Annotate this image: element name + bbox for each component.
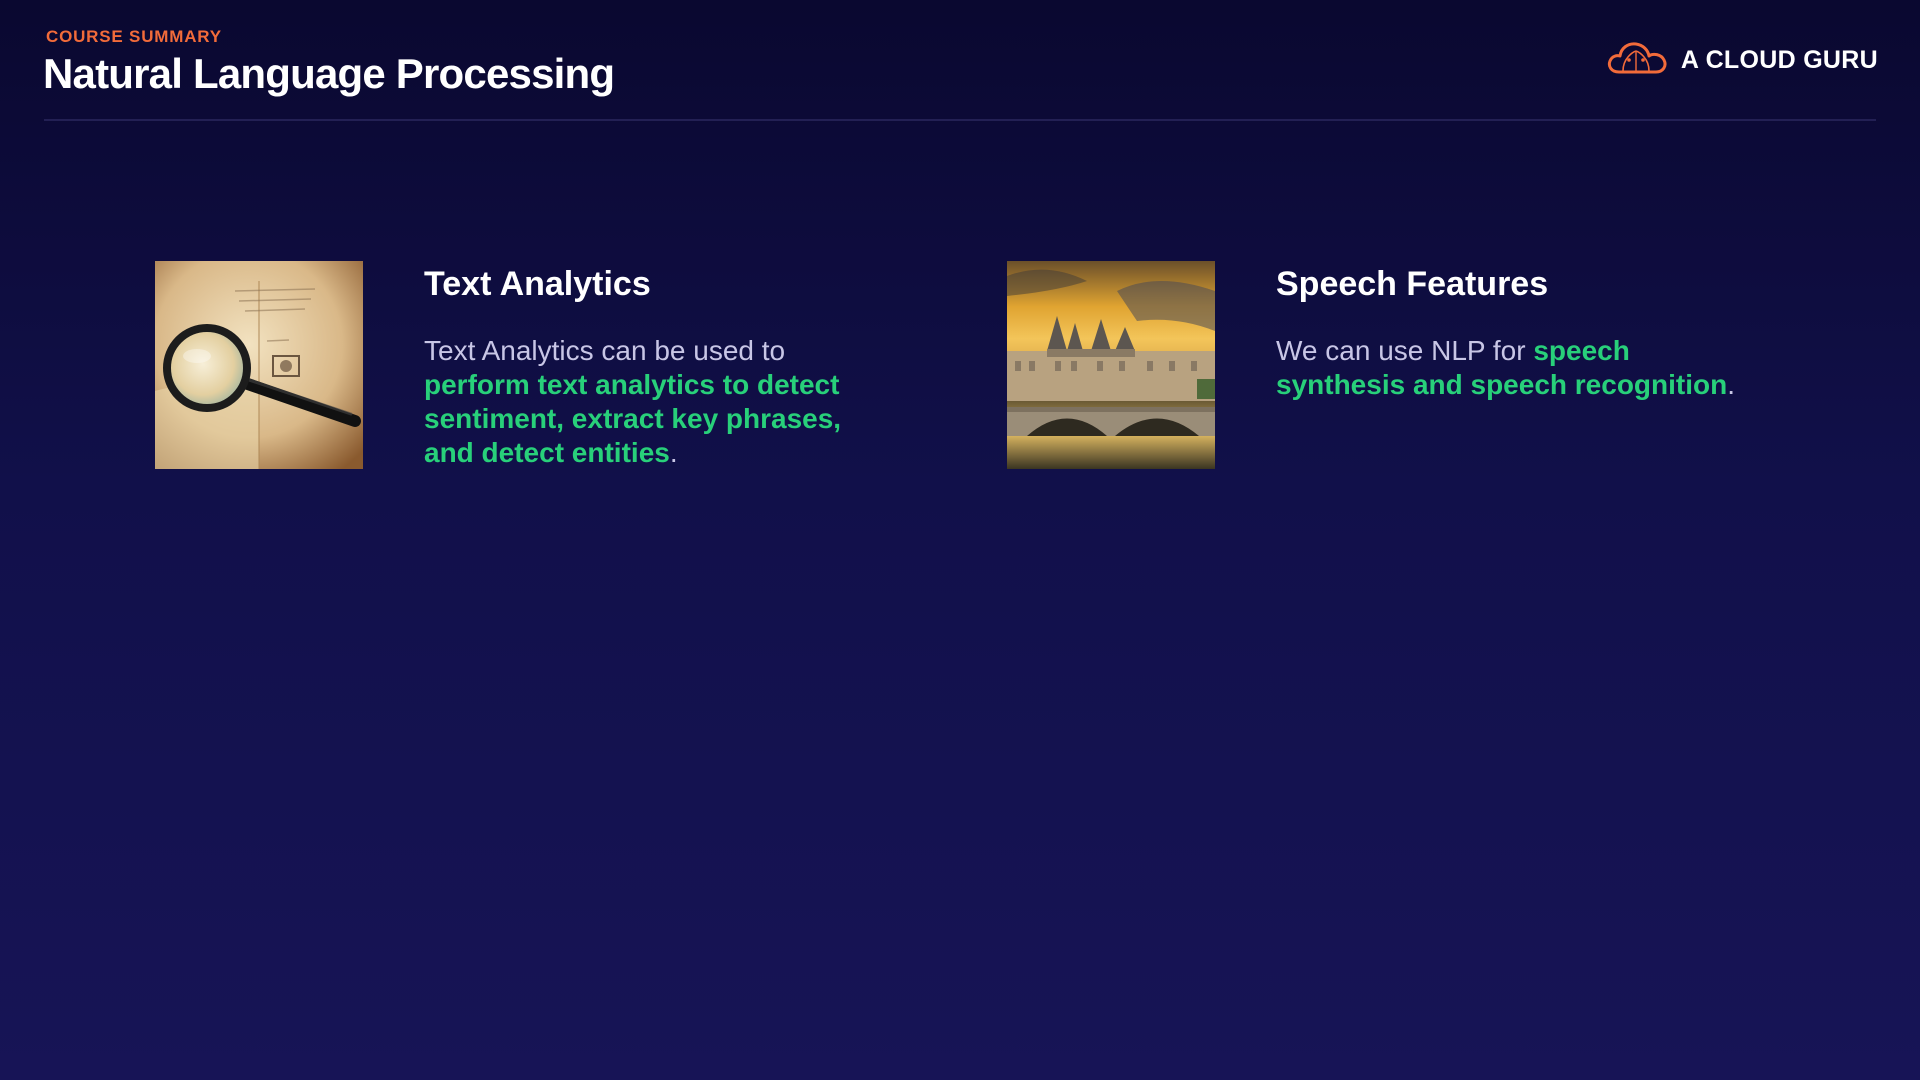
card-body: Text Analytics can be used to perform te… [424,334,884,470]
body-end: . [1727,369,1736,400]
header-divider [44,119,1876,121]
speech-features-image [1007,261,1215,469]
brand-logo: A CLOUD GURU [1605,38,1878,83]
body-text: We can use NLP for [1276,335,1534,366]
body-end: . [669,437,678,468]
text-analytics-image [155,261,363,469]
body-text: Text Analytics can be used to [424,335,786,366]
cloud-logo-icon [1605,38,1669,83]
card-title: Speech Features [1276,265,1549,303]
brand-name: A CLOUD GURU [1680,46,1878,74]
page-title: Natural Language Processing [43,50,615,97]
eyebrow-label: COURSE SUMMARY [46,27,222,46]
card-body: We can use NLP for speech synthesis and … [1276,334,1756,402]
body-highlight: perform text analytics to detect sentime… [424,369,842,468]
slide-header: COURSE SUMMARY Natural Language Processi… [0,0,1920,122]
card-title: Text Analytics [424,265,651,303]
